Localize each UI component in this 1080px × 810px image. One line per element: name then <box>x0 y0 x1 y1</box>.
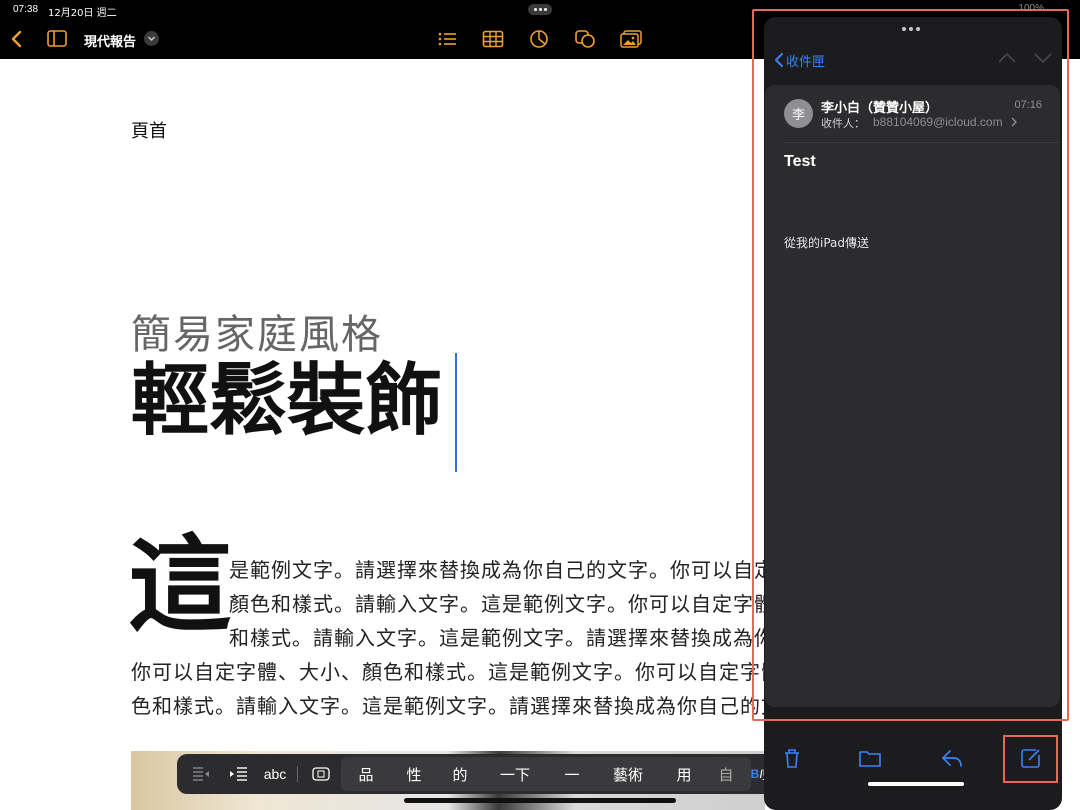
mail-slide-over: 收件匣 李 李小白（贊贊小屋） 07:16 收件人： b88104069@icl… <box>764 17 1062 810</box>
message-time: 07:16 <box>1014 99 1042 111</box>
chevron-right-icon[interactable] <box>1010 117 1018 127</box>
chart-icon[interactable] <box>528 29 550 49</box>
body-text-line[interactable]: 是範例文字。請選擇來替換成為你自己的文字。你可以自定字體、大小、 <box>229 554 765 583</box>
spellcheck-button[interactable]: abc <box>259 754 291 794</box>
list-icon[interactable] <box>436 29 458 49</box>
status-time: 07:38 <box>13 4 39 15</box>
candidate-item[interactable]: 性 <box>397 754 431 794</box>
outdent-icon[interactable] <box>189 754 213 794</box>
document-title[interactable]: 現代報告 <box>84 31 136 50</box>
candidate-item[interactable]: 用 <box>667 754 701 794</box>
text-cursor <box>455 353 457 472</box>
candidate-item[interactable]: 藝術 <box>605 754 651 794</box>
media-icon[interactable] <box>620 29 642 49</box>
chevron-up-icon[interactable] <box>997 51 1017 65</box>
chevron-down-icon[interactable] <box>144 31 159 46</box>
input-method-icon[interactable] <box>309 754 333 794</box>
slide-over-home-indicator[interactable] <box>868 782 964 786</box>
chevron-left-icon[interactable] <box>8 29 26 49</box>
shape-icon[interactable] <box>574 29 596 49</box>
recipient-label: 收件人： <box>821 117 865 130</box>
inbox-label: 收件匣 <box>786 54 826 70</box>
drop-cap[interactable]: 這 <box>128 533 232 637</box>
inbox-back-button[interactable]: 收件匣 <box>772 50 825 70</box>
avatar[interactable]: 李 <box>784 99 813 128</box>
folder-icon[interactable] <box>858 747 882 769</box>
document-canvas[interactable]: 頁首 簡易家庭風格 輕鬆裝飾 這 是範例文字。請選擇來替換成為你自己的文字。你可… <box>0 59 765 810</box>
chevron-down-icon[interactable] <box>1033 51 1053 65</box>
candidate-item[interactable]: 的 <box>443 754 477 794</box>
window-handle[interactable] <box>902 27 920 31</box>
document-subtitle[interactable]: 簡易家庭風格 <box>131 302 383 360</box>
message-subject: Test <box>784 153 816 170</box>
recipient-address[interactable]: b88104069@icloud.com <box>873 115 1003 129</box>
indent-icon[interactable] <box>227 754 251 794</box>
battery-status: 100% <box>1018 3 1044 14</box>
body-text-line[interactable]: 色和樣式。請輸入文字。這是範例文字。請選擇來替換成為你自己的文字。 <box>131 690 765 719</box>
home-indicator[interactable] <box>404 798 676 803</box>
candidate-item[interactable]: 自 <box>713 754 739 794</box>
sidebar-icon[interactable] <box>47 30 67 47</box>
divider <box>784 142 1060 143</box>
candidate-item[interactable]: 品 <box>349 754 383 794</box>
trash-icon[interactable] <box>780 747 804 769</box>
body-text-line[interactable]: 顏色和樣式。請輸入文字。這是範例文字。你可以自定字體、大小、顏色 <box>229 588 765 617</box>
compose-icon[interactable] <box>1019 747 1043 769</box>
status-date: 12月20日 週二 <box>48 8 117 19</box>
page-header[interactable]: 頁首 <box>131 117 167 143</box>
message-body[interactable]: 從我的iPad傳送 <box>784 234 869 251</box>
candidate-item[interactable]: 一下 <box>493 754 537 794</box>
body-text-line[interactable]: 和樣式。請輸入文字。這是範例文字。請選擇來替換成為你自己的文字。 <box>229 622 765 651</box>
table-icon[interactable] <box>482 29 504 49</box>
message-view: 李 李小白（贊贊小屋） 07:16 收件人： b88104069@icloud.… <box>765 85 1060 707</box>
multitasking-handle[interactable] <box>528 4 552 15</box>
sender-name[interactable]: 李小白（贊贊小屋） <box>821 97 938 116</box>
document-title-text[interactable]: 輕鬆裝飾 <box>131 362 443 440</box>
body-text-line[interactable]: 你可以自定字體、大小、顏色和樣式。這是範例文字。你可以自定字體、大小、顏 <box>131 656 765 685</box>
chevron-left-icon <box>775 53 783 67</box>
reply-icon[interactable] <box>940 747 964 769</box>
candidate-item[interactable]: 一 <box>555 754 589 794</box>
